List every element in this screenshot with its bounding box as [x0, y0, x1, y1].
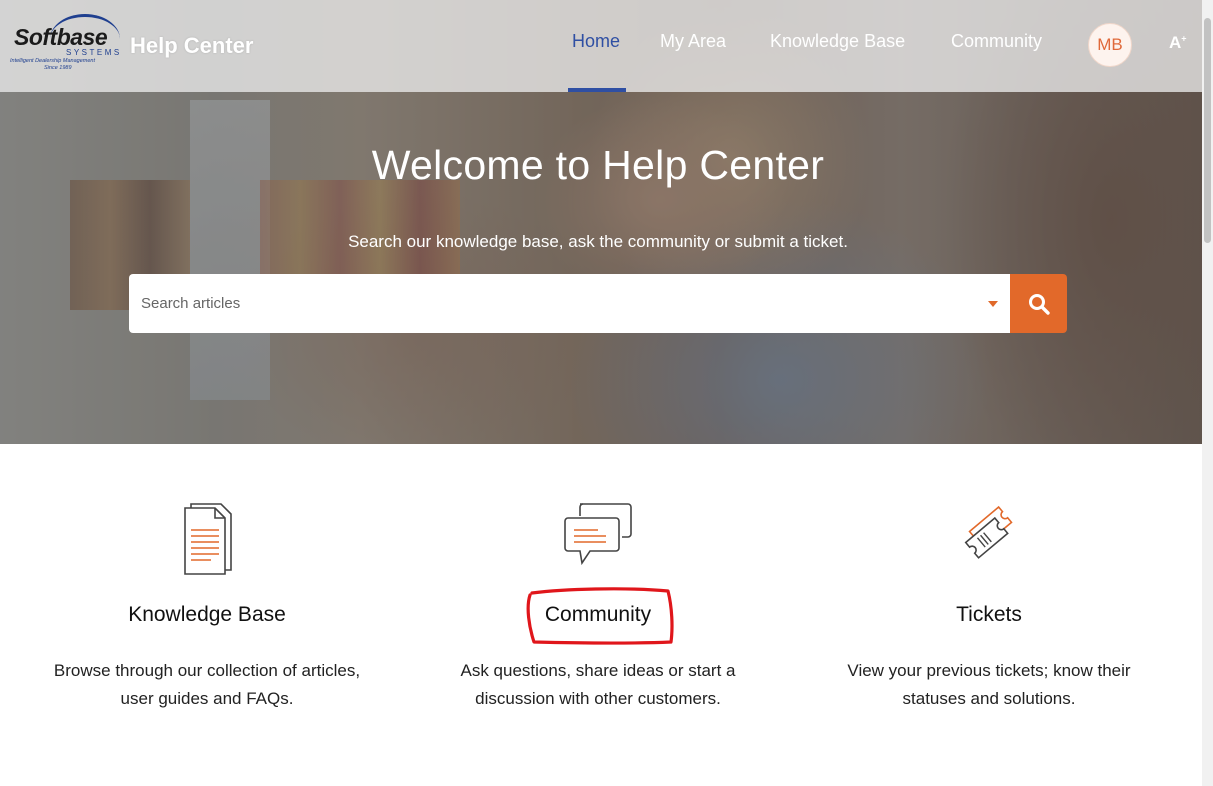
search-input[interactable]	[141, 274, 981, 333]
softbase-logo[interactable]: Softbase SYSTEMS Intelligent Dealership …	[10, 14, 122, 74]
document-icon	[184, 503, 232, 575]
logo-brand: Softbase	[14, 24, 108, 50]
card-description-line: Ask questions, share ideas or start a	[460, 661, 736, 680]
ticket-icon	[964, 505, 1013, 559]
search-icon	[1028, 293, 1050, 315]
card-description: View your previous tickets; know their s…	[794, 657, 1184, 713]
card-description-line: user guides and FAQs.	[120, 689, 294, 708]
card-description-line: discussion with other customers.	[475, 689, 721, 708]
card-tickets[interactable]: Tickets View your previous tickets; know…	[794, 500, 1184, 708]
top-header: Softbase SYSTEMS Intelligent Dealership …	[0, 0, 1202, 92]
card-title: Tickets	[956, 603, 1022, 626]
nav-home[interactable]: Home	[572, 31, 620, 52]
search-box	[129, 274, 1011, 333]
page-scrollbar[interactable]	[1202, 0, 1213, 786]
card-title: Community	[544, 603, 652, 626]
logo-since: Since 1989	[44, 65, 72, 71]
card-description: Browse through our collection of article…	[12, 657, 402, 713]
card-description: Ask questions, share ideas or start a di…	[403, 657, 793, 713]
search-button[interactable]	[1010, 274, 1067, 333]
scrollbar-thumb[interactable]	[1204, 18, 1211, 243]
chat-bubbles-icon	[564, 503, 632, 566]
hero-title: Welcome to Help Center	[371, 142, 825, 188]
app-title[interactable]: Help Center	[130, 33, 253, 59]
card-knowledge-base[interactable]: Knowledge Base Browse through our collec…	[12, 500, 402, 708]
logo-systems: SYSTEMS	[66, 48, 122, 57]
search-dropdown-caret-icon[interactable]	[988, 301, 998, 307]
font-size-label: A	[1169, 33, 1182, 52]
user-avatar[interactable]: MB	[1088, 23, 1132, 67]
nav-community[interactable]: Community	[951, 31, 1042, 52]
nav-active-indicator	[568, 88, 626, 92]
logo-tagline: Intelligent Dealership Management	[10, 58, 95, 64]
card-description-line: Browse through our collection of article…	[53, 661, 361, 680]
card-description-line: statuses and solutions.	[902, 689, 1076, 708]
font-size-icon[interactable]: A+	[1169, 33, 1187, 53]
nav-knowledge-base[interactable]: Knowledge Base	[770, 31, 905, 52]
nav-my-area[interactable]: My Area	[660, 31, 726, 52]
hero-subtitle: Search our knowledge base, ask the commu…	[348, 232, 848, 251]
card-description-line: View your previous tickets; know their	[847, 661, 1131, 680]
card-community[interactable]: Community Ask questions, share ideas or …	[403, 500, 793, 708]
card-title: Knowledge Base	[128, 603, 286, 626]
